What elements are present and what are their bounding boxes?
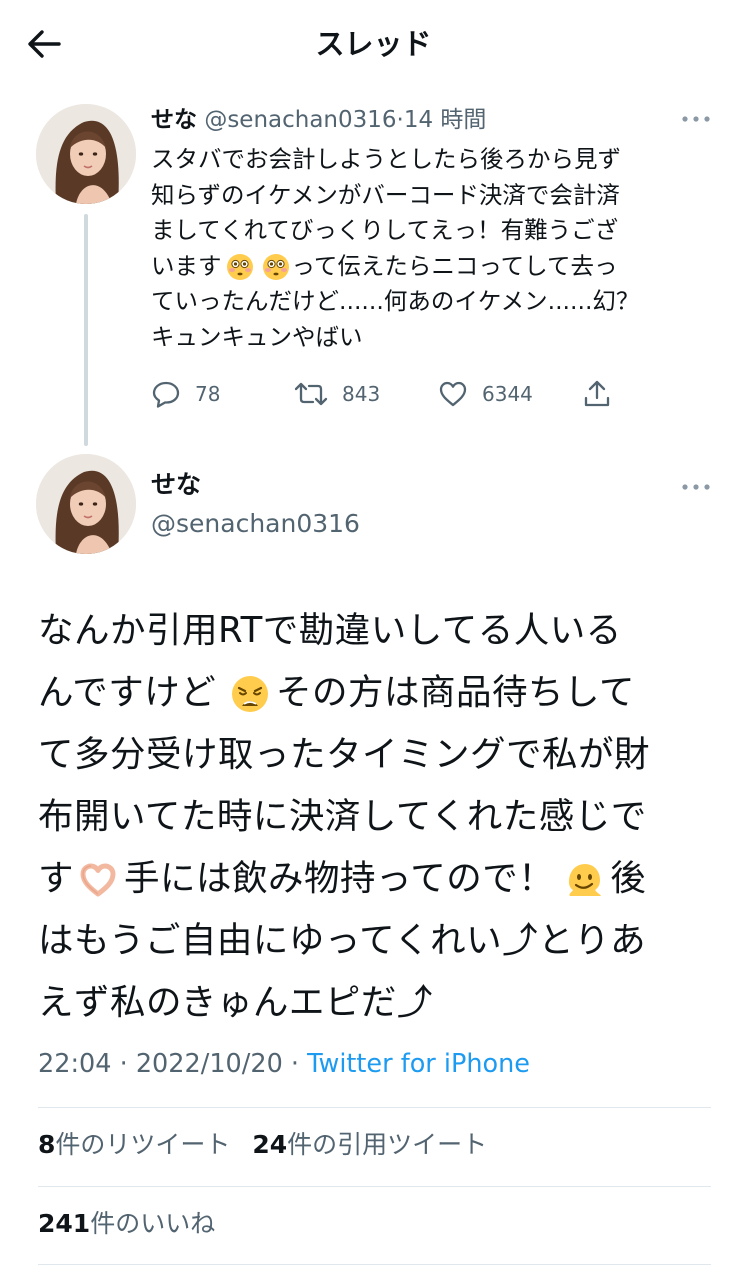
author-handle[interactable]: @senachan0316: [151, 507, 360, 541]
header-bar: スレッド: [0, 0, 747, 90]
retweets-stat[interactable]: 8件のリツイート: [38, 1127, 230, 1163]
reply-button[interactable]: 78: [151, 372, 220, 416]
quote-label: 件の引用ツイート: [287, 1130, 488, 1159]
engagement-stats: 8件のリツイート 24件の引用ツイート: [38, 1127, 487, 1163]
retweet-count: 843: [342, 382, 381, 406]
heart-hands-emoji-icon: [80, 863, 116, 897]
quote-total: 24: [252, 1130, 288, 1159]
author-handle[interactable]: @senachan0316: [204, 107, 396, 133]
share-button[interactable]: [582, 372, 612, 416]
more-options-button[interactable]: [674, 107, 718, 131]
tweet-header: せな @senachan0316·14 時間: [151, 104, 486, 136]
divider: [38, 1186, 711, 1187]
like-total: 241: [38, 1209, 91, 1238]
more-options-button[interactable]: [674, 475, 718, 499]
tweet-line: す 手には飲み物持ってので！ 後: [38, 848, 718, 910]
reply-icon: [152, 381, 180, 408]
tweet-fragment: んですけど: [38, 672, 229, 713]
retweet-total: 8: [38, 1130, 56, 1159]
separator-dot: ·: [119, 1049, 128, 1079]
tweet-line: 布開いてた時に決済してくれた感じで: [38, 796, 647, 837]
tweet-line: ましてくれてびっくりしてえっ！有難うござ: [151, 216, 619, 244]
author-name[interactable]: せな: [151, 107, 197, 133]
quotes-stat[interactable]: 24件の引用ツイート: [252, 1127, 487, 1163]
weary-face-emoji-icon: [232, 676, 269, 712]
like-button[interactable]: 6344: [438, 372, 533, 416]
tweet-text: スタバでお会計しようとしたら後ろから見ず 知らずのイケメンがバーコード決済で会計…: [151, 142, 711, 355]
divider: [38, 1107, 711, 1108]
likes-stat[interactable]: 241件のいいね: [38, 1206, 215, 1242]
likes-stat-row: 241件のいいね: [38, 1206, 215, 1242]
tweet-text: なんか引用RTで勘違いしてる人いる んですけど その方は商品待ちして て多分受け…: [38, 600, 718, 1034]
tweet-line: キュンキュンやばい: [151, 322, 363, 351]
tweet-fragment: す: [38, 858, 75, 899]
tweet-date[interactable]: 2022/10/20: [136, 1049, 283, 1079]
tweet-time[interactable]: 14 時間: [404, 107, 487, 133]
tweet-fragment: 後: [610, 858, 647, 899]
tweet-fragment: って伝えたらニコってして去っ: [291, 251, 618, 280]
avatar[interactable]: [36, 104, 136, 204]
reply-count: 78: [195, 382, 221, 406]
separator-dot: ·: [396, 107, 404, 133]
tweet-actions: 78 843 6344: [0, 372, 747, 416]
tweet-line: スタバでお会計しようとしたら後ろから見ず: [151, 145, 621, 173]
tweet-line: んですけど その方は商品待ちして: [38, 662, 718, 724]
more-horizontal-icon: [682, 116, 710, 122]
tweet-fragment: います: [151, 251, 222, 280]
retweet-button[interactable]: 843: [294, 372, 380, 416]
share-icon: [584, 380, 610, 407]
heart-icon: [439, 381, 467, 407]
avatar[interactable]: [36, 454, 136, 554]
tweet-line: はもうご自由にゆってくれい⤴︎とりあ: [38, 920, 647, 961]
tweet-timestamp: 22:04 · 2022/10/20 · Twitter for iPhone: [38, 1046, 530, 1082]
divider: [38, 1264, 711, 1265]
retweet-icon: [294, 382, 328, 406]
tweet-line: ていったんだけど......何あのイケメン......幻？: [151, 287, 640, 315]
tweet-time[interactable]: 22:04: [38, 1049, 112, 1079]
flushed-face-emoji-icon: [226, 254, 253, 280]
tweet-line: えず私のきゅんエピだ⤴︎: [38, 982, 433, 1023]
tweet-line: 知らずのイケメンがバーコード決済で会計済: [151, 180, 620, 209]
separator-dot: ·: [290, 1049, 300, 1079]
retweet-label: 件のリツイート: [55, 1130, 231, 1159]
tweet-line: います って伝えたらニコってして去っ: [151, 249, 711, 285]
tweet-line: なんか引用RTで勘違いしてる人いる: [38, 610, 622, 651]
melting-face-emoji-icon: [569, 864, 602, 896]
tweet-fragment: 手には飲み物持ってので！: [124, 858, 555, 899]
author-name[interactable]: せな: [151, 468, 201, 502]
flushed-face-emoji-icon: [262, 254, 289, 280]
page-title: スレッド: [315, 27, 432, 61]
source-link[interactable]: Twitter for iPhone: [307, 1049, 530, 1079]
more-horizontal-icon: [682, 484, 710, 490]
tweet-fragment: その方は商品待ちして: [276, 672, 635, 713]
tweet-line: て多分受け取ったタイミングで私が財: [38, 734, 651, 775]
like-label: 件のいいね: [90, 1209, 216, 1238]
like-count: 6344: [482, 382, 533, 406]
